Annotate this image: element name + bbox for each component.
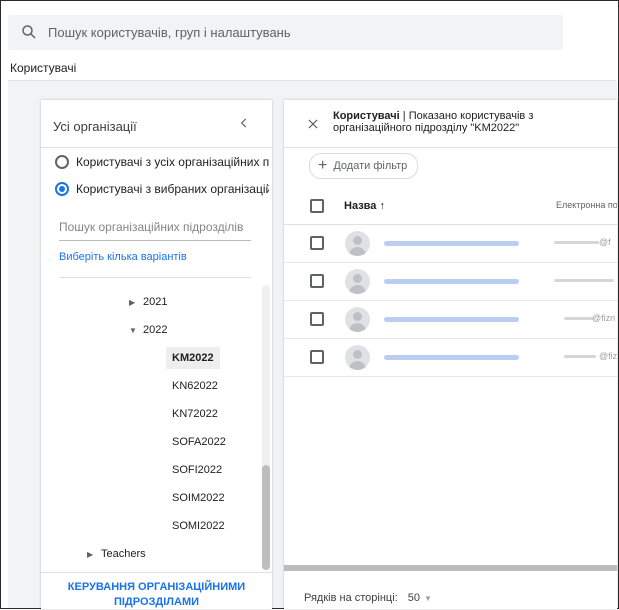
scrollbar-thumb[interactable] [262, 465, 270, 570]
tree-item-somi2022[interactable]: SOMI2022 [172, 515, 225, 537]
expand-arrow-icon[interactable]: ▶ [129, 292, 143, 314]
collapse-arrow-icon[interactable]: ▼ [129, 320, 143, 342]
users-panel: Користувачі | Показано користувачів з ор… [284, 100, 617, 609]
tree-item-label: Teachers [101, 548, 146, 560]
tree-item-label: 2021 [143, 296, 168, 308]
row-checkbox[interactable] [310, 274, 324, 288]
redacted-email [554, 279, 614, 282]
radio-selected-orgs-label: Користувачі з вибраних організаційних пі… [76, 182, 269, 196]
tree-item-2022[interactable]: ▼ 2022 [129, 319, 167, 341]
table-row[interactable]: @f [284, 225, 617, 263]
select-multiple-link[interactable]: Виберіть кілька варіантів [59, 251, 187, 263]
org-unit-panel: Усі організації Користувачі з усіх орган… [41, 100, 272, 609]
close-icon[interactable] [306, 117, 320, 131]
redacted-name [384, 355, 519, 360]
horizontal-scrollbar[interactable] [284, 565, 617, 571]
add-filter-label: Додати фільтр [333, 160, 408, 172]
manage-org-units-link[interactable]: КЕРУВАННЯ ОРГАНІЗАЦІЙНИМИ ПІДРОЗДІЛАМИ [41, 580, 272, 610]
chevron-left-icon[interactable] [237, 116, 251, 130]
search-input[interactable]: Пошук користувачів, груп і налаштувань [48, 25, 291, 40]
tree-item-soim2022[interactable]: SOIM2022 [172, 487, 225, 509]
org-panel-title: Усі організації [53, 119, 137, 134]
users-panel-title: Користувачі | Показано користувачів з ор… [333, 110, 603, 134]
table-row[interactable]: @fizn [284, 301, 617, 339]
table-row[interactable] [284, 263, 617, 301]
redacted-name [384, 241, 519, 246]
plus-icon: + [318, 157, 328, 174]
tree-item-sofa2022[interactable]: SOFA2022 [172, 431, 226, 453]
rows-per-page-label: Рядків на сторінці: [304, 592, 398, 604]
redacted-email [564, 317, 594, 320]
redacted-name [384, 279, 519, 284]
tree-item-km2022[interactable]: KM2022 [166, 347, 220, 369]
org-panel-header: Усі організації [41, 100, 272, 148]
tree-item-kn72022[interactable]: KN72022 [172, 403, 218, 425]
divider [41, 572, 272, 573]
row-checkbox[interactable] [310, 236, 324, 250]
radio-selected-orgs[interactable]: Користувачі з вибраних організаційних пі… [55, 180, 269, 198]
search-icon [22, 25, 36, 39]
manage-link-line2: ПІДРОЗДІЛАМИ [113, 596, 200, 608]
users-panel-header: Користувачі | Показано користувачів з ор… [284, 100, 617, 148]
row-checkbox[interactable] [310, 312, 324, 326]
column-header-name[interactable]: Назва ↑ [344, 200, 385, 212]
redacted-email [564, 355, 596, 358]
search-bar[interactable]: Пошук користувачів, груп і налаштувань [8, 15, 563, 50]
org-tree-scrollbar[interactable] [262, 285, 270, 570]
select-all-checkbox[interactable] [310, 199, 324, 213]
expand-arrow-icon[interactable]: ▶ [87, 544, 101, 566]
avatar [345, 269, 370, 294]
avatar [345, 345, 370, 370]
radio-button-checked[interactable] [55, 182, 69, 196]
breadcrumb[interactable]: Користувачі [10, 61, 76, 75]
table-header: Назва ↑ Електронна по [284, 188, 617, 225]
users-title-bold: Користувачі [333, 110, 400, 122]
avatar [345, 231, 370, 256]
manage-link-line1: КЕРУВАННЯ ОРГАНІЗАЦІЙНИМИ [67, 581, 246, 593]
radio-button[interactable] [55, 155, 69, 169]
tree-item-kn62022[interactable]: KN62022 [172, 375, 218, 397]
tree-item-2021[interactable]: ▶ 2021 [129, 291, 167, 313]
table-row[interactable]: @fiz [284, 339, 617, 377]
email-suffix: @f [599, 237, 611, 247]
avatar [345, 307, 370, 332]
row-checkbox[interactable] [310, 350, 324, 364]
org-search-input[interactable]: Пошук організаційних підрозділів [59, 220, 251, 234]
tree-item-teachers[interactable]: ▶ Teachers [87, 543, 146, 565]
divider [59, 277, 251, 278]
org-search-field[interactable]: Пошук організаційних підрозділів [59, 220, 251, 241]
rows-per-page-select[interactable]: 50 [408, 592, 420, 604]
tree-item-label: 2022 [143, 324, 168, 336]
email-suffix: @fizn [592, 313, 616, 323]
dropdown-arrow-icon[interactable]: ▼ [424, 594, 432, 603]
email-suffix: @fiz [599, 351, 617, 361]
tree-item-sofi2022[interactable]: SOFI2022 [172, 459, 222, 481]
radio-all-orgs-label: Користувачі з усіх організаційних підроз… [76, 155, 269, 169]
redacted-name [384, 317, 519, 322]
pagination-footer: Рядків на сторінці: 50 ▼ [304, 592, 432, 604]
radio-all-orgs[interactable]: Користувачі з усіх організаційних підроз… [55, 153, 269, 171]
redacted-email [554, 241, 599, 244]
column-header-email[interactable]: Електронна по [556, 200, 617, 210]
add-filter-button[interactable]: + Додати фільтр [309, 153, 419, 179]
